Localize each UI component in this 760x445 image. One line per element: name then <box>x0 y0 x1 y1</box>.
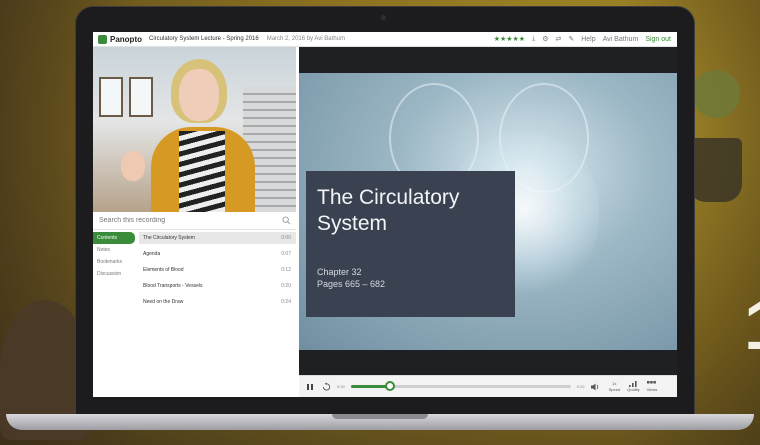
list-item[interactable]: Blood Transports - Vessels 0:20 <box>139 280 296 292</box>
session-date: March 2, 2016 by Avi Bathum <box>266 36 345 42</box>
background-cup <box>688 138 742 202</box>
player-controls: 0:00 0:22 1x Speed Quality Views <box>299 375 677 397</box>
list-item-time: 0:12 <box>281 267 291 273</box>
video-window <box>99 77 123 117</box>
slide-title-box: The Circulatory System Chapter 32 Pages … <box>306 171 515 317</box>
quality-control[interactable]: Quality <box>627 380 640 393</box>
slide-panel: The Circulatory System Chapter 32 Pages … <box>299 47 677 375</box>
list-item-time: 0:24 <box>281 299 291 305</box>
list-item[interactable]: The Circulatory System 0:00 <box>139 232 296 244</box>
quality-caption: Quality <box>627 386 640 392</box>
tab-bookmarks[interactable]: Bookmarks <box>93 256 135 268</box>
video-window <box>129 77 153 117</box>
pause-icon <box>306 383 313 390</box>
user-name[interactable]: Avi Bathum <box>603 36 639 43</box>
slide-chapter: Chapter 32 <box>317 267 362 277</box>
slide-pages: Pages 665 – 682 <box>317 279 386 289</box>
volume-icon <box>590 383 598 390</box>
search-bar <box>93 212 296 230</box>
panopto-logo-icon <box>98 34 107 44</box>
panopto-viewer: Panopto Circulatory System Lecture - Spr… <box>93 32 677 397</box>
tab-notes[interactable]: Notes <box>93 244 135 256</box>
rewind-icon <box>322 382 331 391</box>
brand-name: Panopto <box>110 34 142 44</box>
total-time: 0:22 <box>576 384 585 389</box>
background-plant <box>692 70 740 118</box>
presenter-video[interactable] <box>93 47 296 212</box>
list-item-time: 0:00 <box>281 235 291 241</box>
session-title: Circulatory System Lecture - Spring 2016 <box>149 36 259 42</box>
list-item[interactable]: Need on the Draw 0:24 <box>139 296 296 308</box>
slide-title: The Circulatory System <box>317 186 460 235</box>
signout-link[interactable]: Sign out <box>645 36 671 43</box>
seek-bar[interactable] <box>350 381 571 391</box>
search-input[interactable] <box>93 217 273 224</box>
top-bar-actions: ★★★★★ ⤓ ⚙ ⇄ ✎ Help Avi Bathum Sign out <box>494 35 677 43</box>
rating-stars[interactable]: ★★★★★ <box>494 35 525 43</box>
download-icon[interactable]: ⤓ <box>532 35 535 43</box>
search-icon[interactable] <box>282 216 291 225</box>
settings-icon[interactable]: ⚙ <box>542 35 548 43</box>
speed-caption: Speed <box>608 386 621 392</box>
tab-contents[interactable]: Contents <box>93 232 135 244</box>
rewind-button[interactable] <box>320 380 333 393</box>
speed-control[interactable]: 1x Speed <box>609 381 621 393</box>
list-item-title: Blood Transports - Vessels <box>143 283 203 289</box>
list-item-title: Elements of Blood <box>143 267 184 273</box>
list-item-title: Agenda <box>143 251 161 257</box>
presentation-slide[interactable]: The Circulatory System Chapter 32 Pages … <box>299 73 677 350</box>
background-digit: 1 <box>744 290 760 360</box>
pause-button[interactable] <box>303 380 316 393</box>
webcam <box>381 15 386 20</box>
contents-list: The Circulatory System 0:00 Agenda 0:07 … <box>139 232 296 308</box>
list-item[interactable]: Agenda 0:07 <box>139 248 296 260</box>
list-item-title: Need on the Draw <box>143 299 184 305</box>
top-bar: Panopto Circulatory System Lecture - Spr… <box>93 32 677 47</box>
current-time: 0:00 <box>337 384 345 389</box>
list-item-time: 0:07 <box>281 251 291 257</box>
presenter-hand <box>121 151 145 181</box>
edit-icon[interactable]: ✎ <box>568 35 574 43</box>
views-control[interactable]: Views <box>646 380 658 393</box>
seek-bar-handle[interactable] <box>385 381 396 391</box>
views-caption: Views <box>646 386 658 392</box>
list-item[interactable]: Elements of Blood 0:12 <box>139 264 296 276</box>
laptop-notch <box>332 414 428 419</box>
sidebar-tabs: Contents Notes Bookmarks Discussion <box>93 232 135 280</box>
tab-discussion[interactable]: Discussion <box>93 268 135 280</box>
presenter-face <box>179 69 219 121</box>
presenter-shirt <box>179 131 225 212</box>
volume-button[interactable] <box>589 380 602 393</box>
list-item-title: The Circulatory System <box>143 235 195 241</box>
list-item-time: 0:20 <box>281 283 291 289</box>
help-menu[interactable]: Help <box>581 36 595 43</box>
share-icon[interactable]: ⇄ <box>555 35 561 43</box>
